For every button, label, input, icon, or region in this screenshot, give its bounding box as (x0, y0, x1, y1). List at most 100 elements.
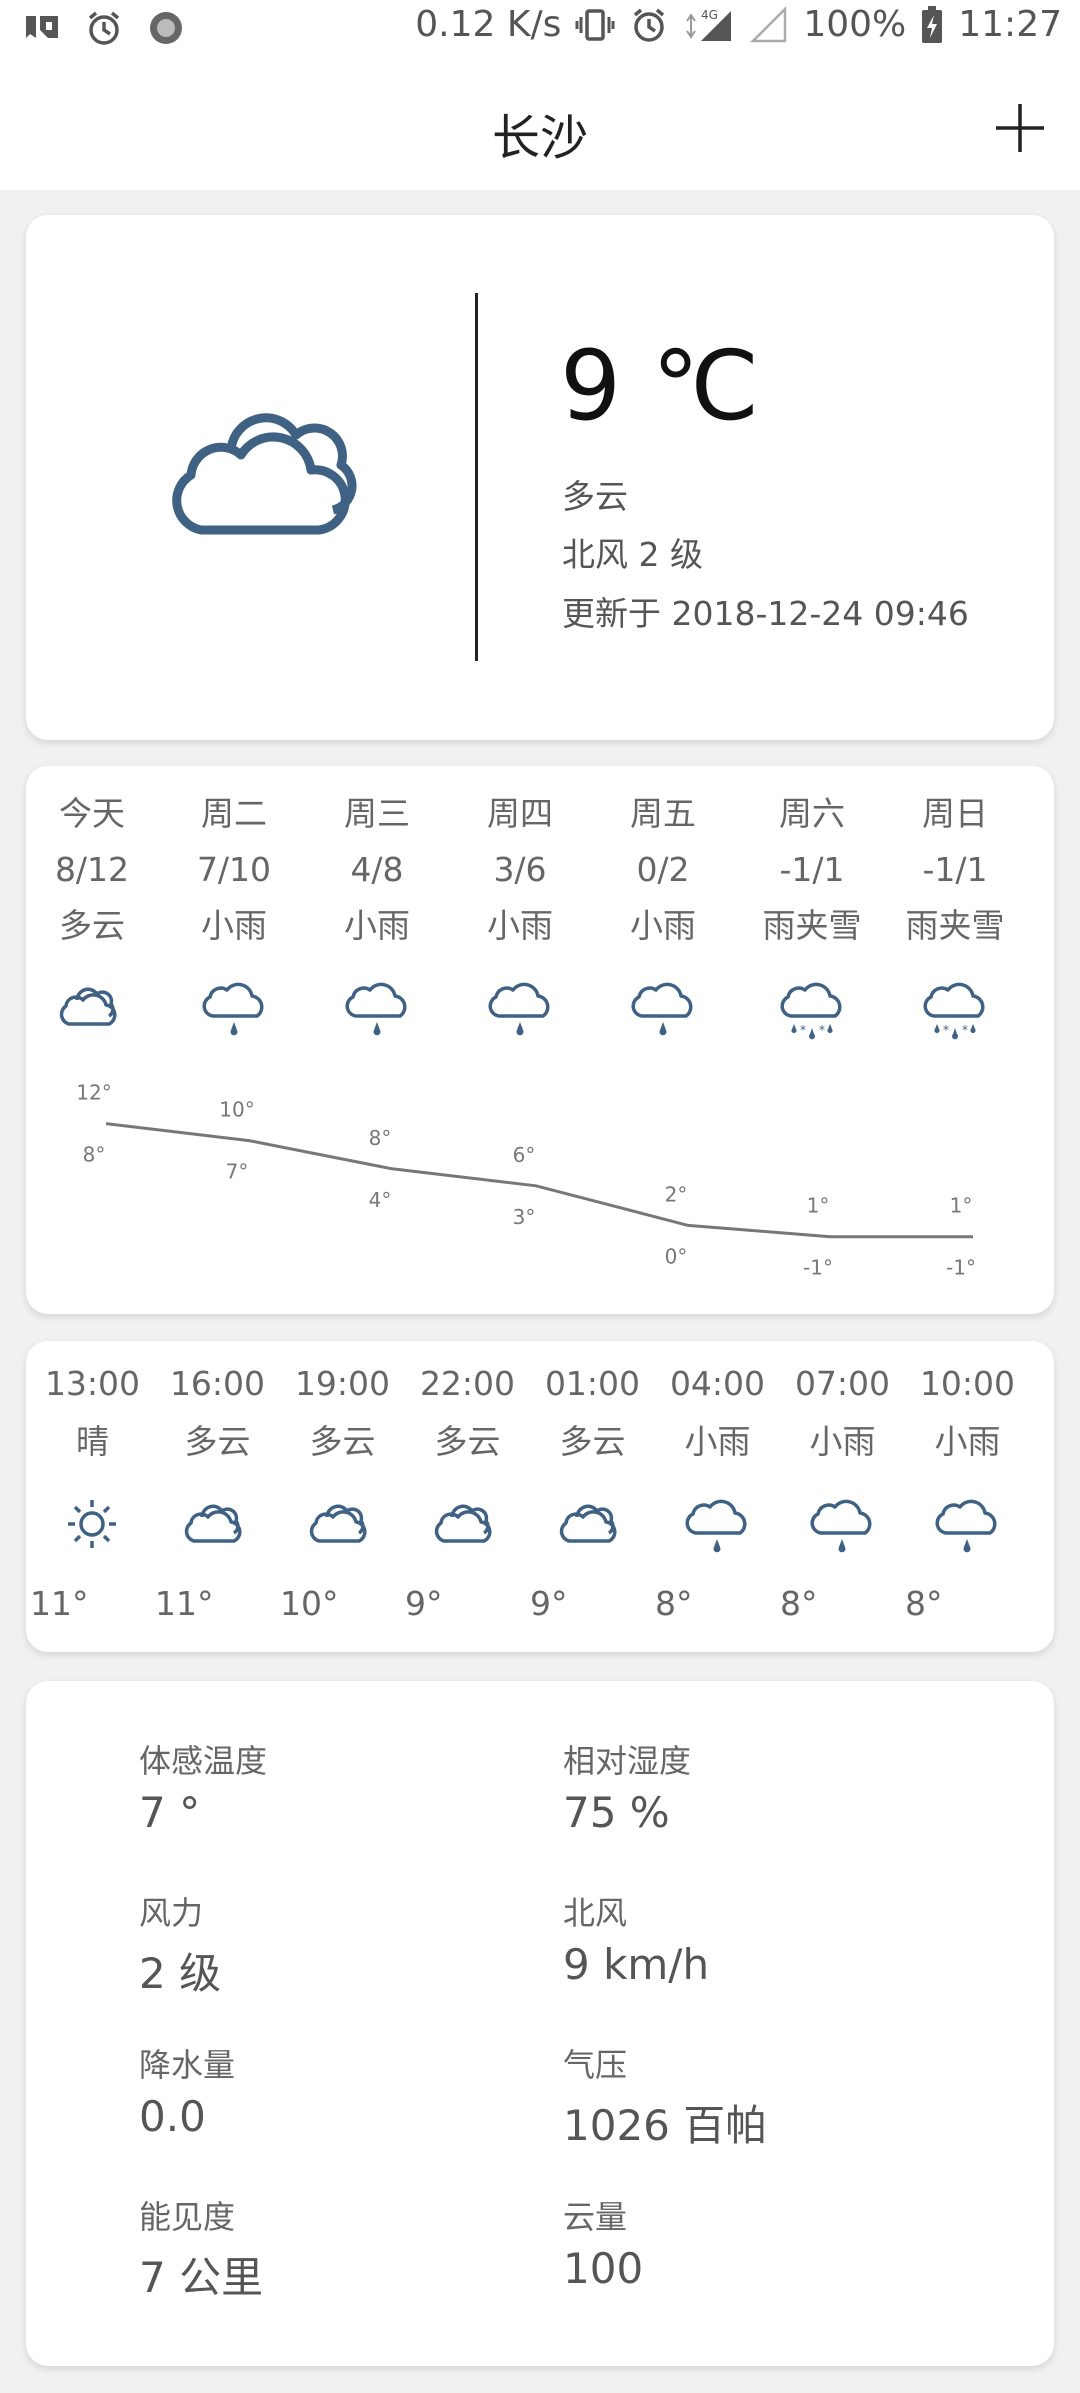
status-bar: 0.12 K/s 4G 100% 11:27 (0, 0, 1080, 62)
hour-temperature: 9° (530, 1584, 568, 1623)
record-icon (150, 12, 182, 44)
detail-label: 降水量 (139, 2046, 236, 2084)
city-title: 长沙 (491, 110, 588, 166)
high-temp-label: 10° (219, 1098, 254, 1122)
detail-label: 北风 (563, 1894, 628, 1932)
hour-time: 13:00 (44, 1364, 141, 1403)
detail-value: 9 km/h (563, 1940, 710, 1989)
daily-forecast-card: 今天 8/12 多云 周二 7/10 小雨 周三 4/8 小雨 周四 3/6 小… (26, 766, 1054, 1314)
low-temp-label: 0° (665, 1244, 688, 1268)
hour-weather-icon (180, 1491, 254, 1557)
hour-condition: 多云 (559, 1422, 626, 1461)
hour-time: 07:00 (794, 1364, 891, 1403)
current-condition: 多云 (562, 477, 628, 516)
low-temp-label: -1° (946, 1256, 976, 1280)
current-temperature: 9 ℃ (560, 330, 760, 442)
vertical-divider (475, 293, 478, 661)
detail-value: 7 ° (139, 1788, 201, 1837)
hour-temperature: 11° (155, 1584, 214, 1623)
updated-time: 更新于 2018-12-24 09:46 (562, 594, 969, 633)
hourly-forecast-item: 19:00 多云 (280, 1355, 405, 1471)
svg-text:4G: 4G (701, 8, 718, 22)
hourly-forecast-item: 22:00 多云 (405, 1355, 530, 1471)
detail-label: 云量 (563, 2198, 628, 2236)
hour-time: 04:00 (669, 1364, 766, 1403)
battery-charging-icon (922, 5, 943, 43)
detail-label: 体感温度 (139, 1742, 268, 1780)
low-temp-label: 4° (369, 1188, 392, 1212)
hourly-forecast-item: 04:00 小雨 (655, 1355, 780, 1471)
detail-value: 2 级 (139, 1949, 222, 1998)
signal-4g-icon: 4G (686, 8, 732, 41)
hourly-forecast-card: 13:00 晴 11° 16:00 多云 11° 19:00 多云 10° 22:… (26, 1341, 1054, 1652)
hour-weather-icon (555, 1491, 629, 1557)
signal-empty-icon (750, 5, 787, 42)
rain-icon (935, 1499, 997, 1553)
weather-details-card: 体感温度 7 ° 相对湿度 75 % 风力 2 级 北风 9 km/h 降水量 0.0 气压 1026… (26, 1681, 1054, 2366)
hour-temperature: 8° (655, 1584, 693, 1623)
hour-temperature: 8° (905, 1584, 943, 1623)
high-temp-label: 1° (950, 1194, 973, 1218)
hour-condition: 多云 (309, 1422, 376, 1461)
detail-value: 0.0 (139, 2092, 206, 2141)
hour-temperature: 8° (780, 1584, 818, 1623)
detail-label: 风力 (139, 1894, 204, 1932)
high-temp-label: 2° (665, 1182, 688, 1206)
add-city-button[interactable] (992, 100, 1048, 156)
hour-time: 10:00 (919, 1364, 1016, 1403)
hourly-forecast-item: 16:00 多云 (155, 1355, 280, 1471)
cloudy-icon (172, 413, 357, 535)
low-temp-label: -1° (803, 1256, 833, 1280)
high-temp-label: 12° (76, 1081, 111, 1105)
detail-value: 75 % (563, 1788, 670, 1837)
detail-label: 相对湿度 (563, 1742, 692, 1780)
vibrate-icon (575, 8, 615, 41)
hour-weather-icon (805, 1491, 879, 1557)
hour-temperature: 10° (280, 1584, 339, 1623)
temperature-chart: 12° 8° 10° 7° 8° 4° 6° 3° 2° 0° 1° -1° 1° -1° (76, 1081, 976, 1280)
hour-weather-icon (680, 1491, 754, 1557)
low-temp-label: 7° (226, 1160, 249, 1184)
low-temp-label: 3° (513, 1205, 536, 1229)
hour-condition: 小雨 (934, 1422, 1001, 1461)
hour-condition: 小雨 (684, 1422, 751, 1461)
cloudy-icon (434, 1504, 492, 1543)
current-weather-card: 9 ℃ 多云 北风 2 级 更新于 2018-12-24 09:46 (26, 215, 1054, 740)
detail-value: 7 公里 (139, 2253, 264, 2302)
detail-value: 1026 百帕 (563, 2101, 768, 2150)
hour-weather-icon (55, 1491, 129, 1557)
cloudy-icon (559, 1504, 617, 1543)
clock: 11:27 (958, 4, 1062, 45)
network-speed: 0.12 K/s (415, 4, 562, 45)
app-bar: 长沙 (0, 62, 1080, 190)
hour-time: 19:00 (294, 1364, 391, 1403)
hourly-forecast-item: 01:00 多云 (530, 1355, 655, 1471)
hourly-forecast-item: 10:00 小雨 (905, 1355, 1030, 1471)
high-temp-label: 1° (807, 1194, 830, 1218)
detail-label: 能见度 (139, 2198, 236, 2236)
low-temp-label: 8° (83, 1143, 106, 1167)
hour-condition: 晴 (76, 1422, 109, 1461)
rain-icon (810, 1499, 872, 1553)
detail-value: 100 (563, 2244, 644, 2293)
status-bar-right: 0.12 K/s 4G 100% 11:27 (415, 4, 1062, 45)
hour-condition: 小雨 (809, 1422, 876, 1461)
hour-weather-icon (930, 1491, 1004, 1557)
hour-temperature: 9° (405, 1584, 443, 1623)
hour-time: 01:00 (544, 1364, 641, 1403)
status-bar-left (22, 8, 186, 48)
hour-condition: 多云 (434, 1422, 501, 1461)
hour-weather-icon (305, 1491, 379, 1557)
hourly-forecast-item: 07:00 小雨 (780, 1355, 905, 1471)
hourly-forecast-item: 13:00 晴 (30, 1355, 155, 1471)
sunny-icon (68, 1500, 116, 1548)
cloudy-icon (184, 1504, 242, 1543)
current-wind: 北风 2 级 (562, 535, 703, 574)
hour-temperature: 11° (30, 1584, 89, 1623)
alarm-icon (88, 11, 120, 45)
detail-label: 气压 (563, 2046, 628, 2084)
rain-icon (685, 1499, 747, 1553)
hour-time: 16:00 (169, 1364, 266, 1403)
app-notification-icon (26, 16, 58, 38)
hour-condition: 多云 (184, 1422, 251, 1461)
